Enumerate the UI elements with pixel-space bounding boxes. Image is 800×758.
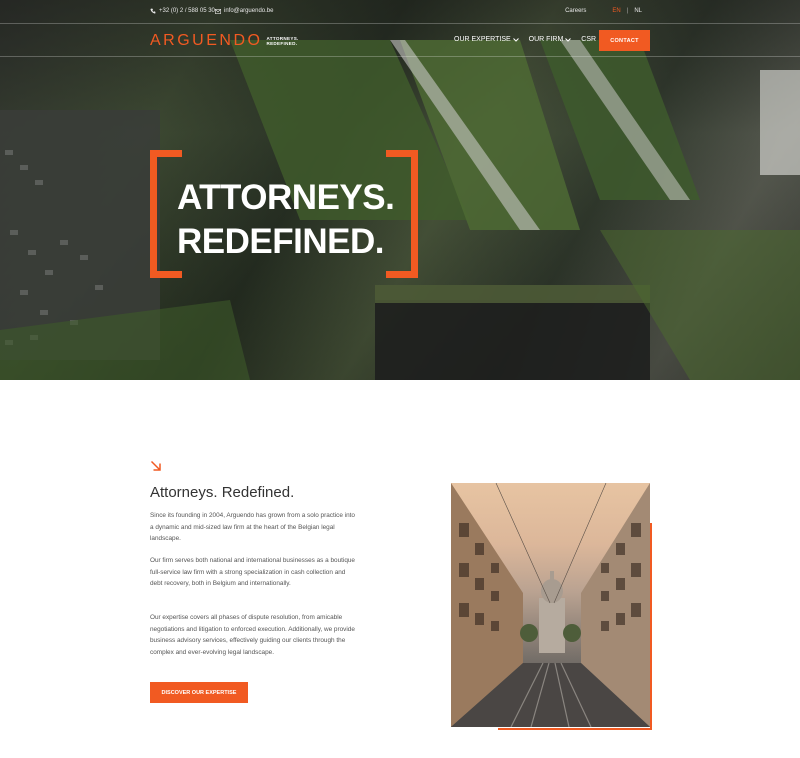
street-photo-illustration (451, 483, 650, 727)
nav-item-label: OUR FIRM (528, 36, 564, 43)
phone-number: +32 (0) 2 / 588 05 30 (159, 8, 215, 14)
topbar-right: Careers EN | NL (565, 8, 642, 14)
nav-item-label: CSR (581, 36, 597, 43)
hero-section: +32 (0) 2 / 588 05 30 info@arguendo.be C… (0, 0, 800, 380)
nav-item-our-expertise[interactable]: OUR EXPERTISE (454, 36, 519, 43)
brussels-street-photo (451, 483, 650, 727)
site-logo[interactable]: ARGUENDO ATTORNEYS. REDEFINED. (150, 33, 299, 49)
language-nl[interactable]: NL (634, 8, 642, 14)
logo-tagline-line2: REDEFINED. (266, 41, 298, 46)
topbar-email[interactable]: info@arguendo.be (215, 8, 273, 14)
language-en[interactable]: EN (612, 8, 620, 14)
email-address: info@arguendo.be (224, 8, 274, 14)
about-paragraph-2: Our firm serves both national and intern… (150, 557, 355, 587)
top-bar: +32 (0) 2 / 588 05 30 info@arguendo.be C… (0, 0, 800, 24)
phone-icon (150, 8, 156, 14)
main-navigation: ARGUENDO ATTORNEYS. REDEFINED. OUR EXPER… (0, 24, 800, 57)
careers-link[interactable]: Careers (565, 8, 586, 14)
hero-heading-line1: ATTORNEYS. (177, 178, 395, 217)
about-paragraph-1: Since its founding in 2004, Arguendo has… (150, 512, 355, 542)
chevron-down-icon (565, 37, 572, 42)
contact-button[interactable]: CONTACT (599, 30, 650, 51)
hero-heading-line2: REDEFINED. (177, 222, 384, 261)
hero-heading: ATTORNEYS. REDEFINED. (177, 176, 395, 264)
nav-item-our-firm[interactable]: OUR FIRM (529, 36, 572, 43)
nav-item-label: OUR EXPERTISE (454, 36, 511, 43)
logo-tagline: ATTORNEYS. REDEFINED. (266, 36, 298, 46)
arrow-down-right-icon (150, 460, 161, 471)
nav-menu: OUR EXPERTISE OUR FIRM CSR (454, 36, 596, 43)
discover-expertise-button[interactable]: DISCOVER OUR EXPERTISE (150, 682, 248, 703)
topbar-phone[interactable]: +32 (0) 2 / 588 05 30 (150, 8, 215, 14)
nav-item-csr[interactable]: CSR (581, 36, 596, 43)
language-separator: | (626, 8, 629, 14)
chevron-down-icon (512, 37, 519, 42)
about-paragraph-3: Our expertise covers all phases of dispu… (150, 614, 355, 656)
logo-wordmark: ARGUENDO (150, 32, 263, 49)
envelope-icon (215, 8, 221, 14)
section-title: Attorneys. Redefined. (150, 484, 295, 501)
